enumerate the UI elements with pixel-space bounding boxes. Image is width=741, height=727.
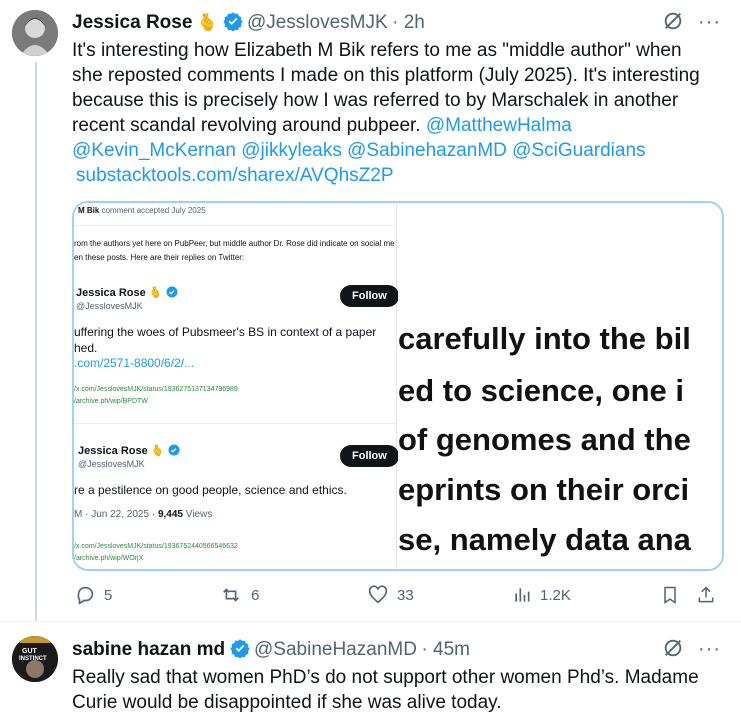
text-line: It's interesting how Elizabeth M Bik ref…	[72, 40, 682, 61]
reply-button[interactable]: 5	[74, 584, 112, 606]
text-line: Curie would be disappointed if she was a…	[72, 692, 502, 713]
card2-source1: /x.com/JesslovesMJK/status/1936752440566…	[74, 543, 238, 550]
post2-header: sabine hazan md @SabineHazanMD · 45m	[72, 638, 470, 663]
author-handle[interactable]: @SabineHazanMD	[254, 639, 417, 660]
card2-follow-button: Follow	[340, 445, 399, 467]
more-options-icon[interactable]: ···	[698, 638, 721, 661]
card2-source2: /archive.ph/wip/WOrjX	[74, 555, 144, 562]
image-right-panel-zoomed: carefully into the bil ed to science, on…	[398, 203, 722, 569]
attached-image[interactable]: M Bik comment accepted July 2025 rom the…	[72, 201, 724, 571]
text-line: Really sad that women PhD’s do not suppo…	[72, 667, 699, 688]
grok-icon[interactable]	[662, 10, 684, 37]
zoom-line: eprints on their orci	[398, 472, 690, 507]
image-header-meta: comment accepted July 2025	[101, 206, 206, 215]
card1-text1: uffering the woes of Pubsmeer's BS in co…	[74, 325, 377, 339]
card1-link: .com/2571-8800/6/2/...	[74, 356, 195, 370]
post-divider	[0, 621, 741, 622]
views-analytics-icon	[515, 588, 530, 602]
card1-follow-button: Follow	[340, 285, 399, 307]
avatar-jessica-rose[interactable]	[12, 10, 58, 56]
card1-handle: @JesslovesMJK	[76, 301, 143, 311]
card1-source2: /archive.ph/wip/BPDTW	[74, 398, 148, 405]
post1-header: Jessica Rose 🫰 @JesslovesMJK · 2h	[72, 11, 425, 36]
views-button[interactable]: 1.2K	[512, 584, 571, 606]
like-button[interactable]: 33	[367, 584, 414, 606]
mention-link[interactable]: @MatthewHalma	[426, 115, 572, 136]
card2-author: Jessica Rose 🫰	[78, 444, 180, 457]
like-count: 33	[397, 586, 414, 604]
image-left-panel: M Bik comment accepted July 2025 rom the…	[74, 203, 399, 569]
url-link[interactable]: substacktools.com/sharex/AVQhsZ2P	[72, 163, 732, 188]
thread-connector-line	[35, 62, 37, 622]
zoom-line: of genomes and the	[398, 422, 691, 457]
image-header-name: M Bik	[78, 206, 100, 215]
card2-handle: @JesslovesMJK	[78, 459, 145, 469]
reply-count: 5	[104, 586, 113, 604]
bookmark-icon[interactable]	[660, 584, 680, 611]
image-intro-1: rom the authors yet here on PubPeer, but…	[74, 239, 395, 248]
grok-icon[interactable]	[662, 637, 684, 664]
card2-text1: re a pestilence on good people, science …	[74, 483, 347, 497]
author-name[interactable]: Jessica Rose	[72, 12, 192, 33]
post-time[interactable]: 2h	[404, 12, 425, 33]
repost-count: 6	[251, 586, 260, 604]
post1-text: It's interesting how Elizabeth M Bik ref…	[72, 38, 732, 188]
text-line: recent scandal revolving around pubpeer.	[72, 115, 426, 136]
zoom-line: carefully into the bil	[398, 321, 691, 356]
name-emoji: 🫰	[196, 13, 219, 32]
verified-small-icon	[166, 286, 178, 298]
more-options-icon[interactable]: ···	[698, 11, 721, 34]
verified-badge-icon[interactable]	[229, 638, 250, 663]
card2-meta: M · Jun 22, 2025 · 9,445 Views	[74, 509, 213, 520]
avatar-sabine-hazan[interactable]: GUT INSTINCT	[12, 636, 58, 682]
author-name[interactable]: sabine hazan md	[72, 639, 225, 660]
image-intro-2: en these posts. Here are their replies o…	[74, 253, 245, 262]
text-line: because this is precisely how I was refe…	[72, 90, 679, 111]
verified-badge-icon[interactable]	[222, 11, 243, 36]
verified-small-icon	[168, 444, 180, 456]
author-handle[interactable]: @JesslovesMJK	[247, 12, 388, 33]
share-icon[interactable]	[696, 584, 716, 611]
zoom-line: se, namely data ana	[398, 522, 691, 557]
text-line: she reposted comments I made on this pla…	[72, 65, 700, 86]
card1-text2: hed.	[74, 341, 98, 355]
repost-icon	[223, 588, 239, 602]
zoom-line: ed to science, one i	[398, 373, 684, 408]
post2-text: Really sad that women PhD’s do not suppo…	[72, 665, 732, 715]
card1-author: Jessica Rose 🫰	[76, 286, 178, 299]
post-time[interactable]: 45m	[433, 639, 470, 660]
heart-icon	[368, 585, 388, 604]
mentions-line[interactable]: @Kevin_McKernan @jikkyleaks @Sabinehazan…	[72, 138, 732, 163]
repost-button[interactable]: 6	[219, 584, 259, 606]
views-count: 1.2K	[540, 586, 571, 604]
reply-icon	[77, 586, 94, 605]
card1-source1: /x.com/JesslovesMJK/status/1936275137134…	[74, 386, 238, 393]
